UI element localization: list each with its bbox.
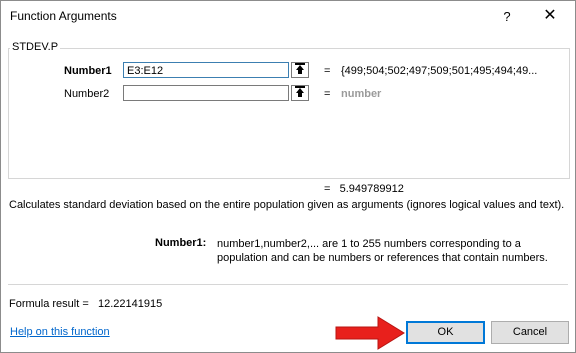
close-icon[interactable]: ✕ bbox=[540, 6, 560, 26]
number1-input[interactable]: E3:E12 bbox=[123, 62, 289, 78]
arg-label-number2: Number2 bbox=[64, 88, 110, 100]
title-bar: Function Arguments ? ✕ bbox=[1, 1, 575, 34]
dialog-title: Function Arguments bbox=[10, 9, 117, 23]
formula-result: Formula result = 12.22141915 bbox=[9, 298, 162, 310]
formula-result-label: Formula result = bbox=[9, 298, 89, 310]
arg1-evaluated-value: {499;504;502;497;509;501;495;494;49... bbox=[341, 65, 538, 77]
result-equals: = bbox=[324, 183, 331, 195]
function-result: = 5.949789912 bbox=[324, 183, 404, 195]
arg1-equals: = bbox=[324, 65, 331, 77]
result-value: 5.949789912 bbox=[339, 183, 404, 195]
function-name: STDEV.P bbox=[10, 41, 61, 53]
number1-collapse-button[interactable] bbox=[291, 62, 309, 78]
collapse-dialog-icon bbox=[295, 63, 305, 74]
help-on-function-link[interactable]: Help on this function bbox=[10, 326, 110, 338]
arg-label-number1: Number1 bbox=[64, 65, 112, 77]
number2-input[interactable] bbox=[123, 85, 289, 101]
function-description: Calculates standard deviation based on t… bbox=[9, 199, 565, 211]
number2-collapse-button[interactable] bbox=[291, 85, 309, 101]
cancel-button[interactable]: Cancel bbox=[491, 321, 569, 344]
separator bbox=[8, 284, 568, 285]
argument-help-name: Number1: bbox=[155, 237, 207, 249]
formula-result-value: 12.22141915 bbox=[97, 298, 163, 310]
function-arguments-dialog: Function Arguments ? ✕ STDEV.P Number1 E… bbox=[0, 0, 576, 353]
collapse-dialog-icon bbox=[295, 86, 305, 97]
argument-help-text: number1,number2,... are 1 to 255 numbers… bbox=[217, 238, 548, 264]
arg2-equals: = bbox=[324, 88, 331, 100]
red-arrow-annotation-icon bbox=[335, 316, 405, 350]
ok-button[interactable]: OK bbox=[406, 321, 485, 344]
arg2-evaluated-value: number bbox=[341, 88, 382, 100]
help-icon[interactable]: ? bbox=[500, 9, 514, 25]
